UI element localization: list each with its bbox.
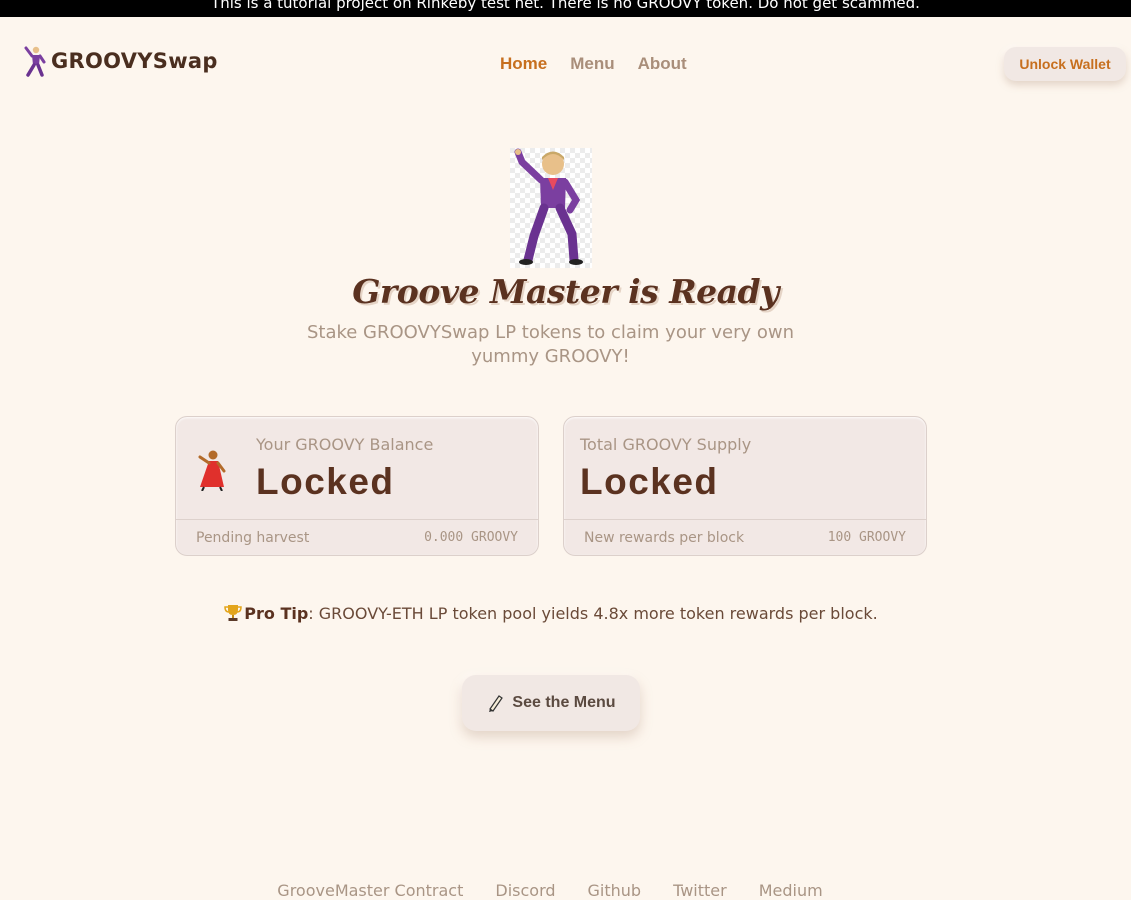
logo[interactable]: GROOVYSwap [22, 45, 218, 77]
dancer-man-icon [24, 46, 46, 77]
pending-harvest-label: Pending harvest [196, 530, 310, 546]
pro-tip-text: : GROOVY-ETH LP token pool yields 4.8x m… [308, 604, 878, 623]
header: GROOVYSwap Home Menu About Unlock Wallet [0, 17, 1131, 107]
supply-value: Locked [580, 461, 719, 502]
main-nav: Home Menu About [500, 54, 710, 74]
trophy-icon [224, 605, 243, 621]
banner-text: This is a tutorial project on Rinkeby te… [211, 0, 920, 12]
pending-harvest-value: 0.000 GROOVY [424, 530, 518, 545]
pro-tip-label: Pro Tip [244, 604, 309, 623]
footer-link-discord[interactable]: Discord [495, 881, 555, 900]
hero-title: Groove Master is Ready [352, 272, 779, 311]
balance-footer: Pending harvest 0.000 GROOVY [176, 519, 538, 555]
dancer-woman-icon [198, 450, 226, 491]
hero-subtitle: Stake GROOVYSwap LP tokens to claim your… [306, 322, 795, 367]
unlock-wallet-button[interactable]: Unlock Wallet [1004, 47, 1126, 81]
rewards-per-block-value: 100 GROOVY [827, 530, 906, 545]
dancing-man-icon [510, 148, 592, 268]
see-menu-button[interactable]: See the Menu [462, 675, 640, 731]
footer-link-twitter[interactable]: Twitter [673, 881, 727, 900]
see-menu-label: See the Menu [512, 694, 616, 711]
supply-card: Total GROOVY Supply Locked New rewards p… [563, 416, 927, 556]
nav-about[interactable]: About [638, 54, 687, 74]
pro-tip: Pro Tip: GROOVY-ETH LP token pool yields… [0, 604, 1102, 623]
footer-link-groovemaster-contract[interactable]: GrooveMaster Contract [277, 881, 463, 900]
menu-pen-icon [489, 695, 504, 712]
rewards-per-block-label: New rewards per block [584, 530, 745, 546]
footer-link-medium[interactable]: Medium [759, 881, 823, 900]
balance-card: Your GROOVY Balance Locked Pending harve… [175, 416, 539, 556]
balance-label: Your GROOVY Balance [256, 435, 434, 454]
balance-value: Locked [256, 461, 395, 502]
scam-warning-banner: This is a tutorial project on Rinkeby te… [0, 0, 1131, 17]
logo-text: GROOVYSwap [51, 49, 218, 73]
supply-footer: New rewards per block 100 GROOVY [564, 519, 926, 555]
nav-home[interactable]: Home [500, 54, 547, 74]
nav-menu[interactable]: Menu [570, 54, 614, 74]
footer-links: GrooveMaster Contract Discord Github Twi… [0, 881, 1100, 900]
supply-label: Total GROOVY Supply [580, 435, 752, 454]
footer-link-github[interactable]: Github [588, 881, 642, 900]
